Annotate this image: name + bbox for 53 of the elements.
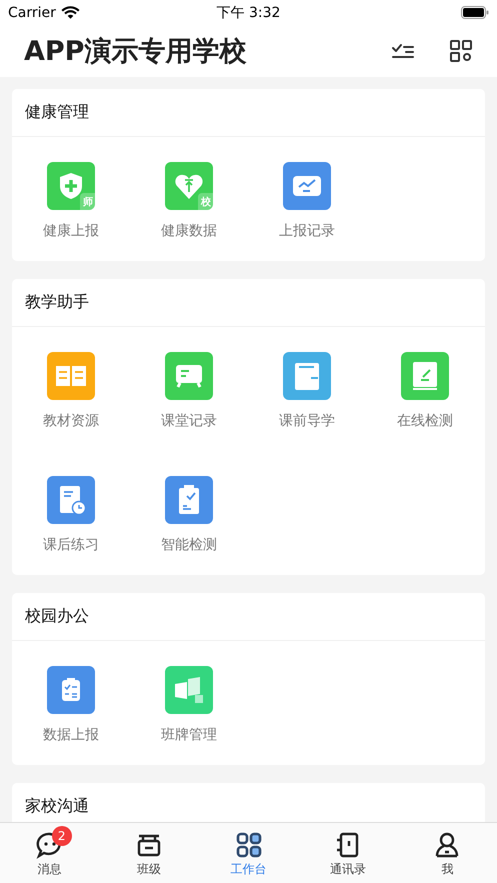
grid-icon	[236, 832, 261, 858]
tab-item[interactable]: 2 消息	[0, 823, 100, 883]
app-label[interactable]: 班牌管理	[161, 726, 217, 744]
section-title: 校园办公	[25, 606, 89, 627]
app-label[interactable]: 上报记录	[279, 222, 335, 240]
app-label[interactable]: 健康上报	[43, 222, 99, 240]
app-label[interactable]: 在线检测	[397, 412, 453, 430]
section-title: 家校沟通	[25, 796, 89, 817]
app-label[interactable]: 课前导学	[279, 412, 335, 430]
app-tile[interactable]	[283, 352, 331, 400]
tab-item[interactable]: 工作台	[198, 823, 298, 883]
corner-tag: 校	[198, 193, 213, 210]
app-tile[interactable]	[47, 476, 95, 524]
wifi-icon	[60, 6, 80, 20]
tab-item[interactable]: 班级	[99, 823, 199, 883]
tab-item[interactable]: 我	[398, 823, 497, 883]
section-title: 健康管理	[25, 102, 89, 123]
tab-item[interactable]: 通讯录	[298, 823, 398, 883]
notebook-icon	[295, 363, 319, 390]
app-label[interactable]: 课堂记录	[161, 412, 217, 430]
display-panels-icon	[175, 677, 203, 703]
app-tile[interactable]	[47, 666, 95, 714]
status-time: 下午 3:32	[216, 4, 280, 22]
app-tile[interactable]	[47, 352, 95, 400]
address-book-icon	[336, 832, 358, 858]
app-label[interactable]: 课后练习	[43, 536, 99, 554]
app-label[interactable]: 数据上报	[43, 726, 99, 744]
chart-monitor-icon	[293, 176, 321, 196]
clipboard-check-icon	[179, 485, 199, 514]
app-label[interactable]: 教材资源	[43, 412, 99, 430]
document-clock-icon	[60, 486, 86, 516]
battery-icon	[461, 6, 489, 19]
pencil-note-icon	[413, 362, 437, 390]
unread-count: 2	[52, 826, 72, 846]
section-title: 教学助手	[25, 292, 89, 313]
apps-settings-icon[interactable]	[449, 39, 473, 63]
app-tile[interactable]	[165, 352, 213, 400]
person-icon	[436, 832, 459, 858]
app-tile[interactable]	[401, 352, 449, 400]
page-title: APP演示专用学校	[24, 35, 246, 69]
open-book-icon	[56, 366, 86, 386]
app-tile[interactable]	[165, 476, 213, 524]
board-icon	[138, 834, 160, 856]
app-label[interactable]: 健康数据	[161, 222, 217, 240]
chat-bubble-icon	[36, 832, 60, 858]
corner-tag: 师	[80, 193, 95, 210]
clipboard-list-icon	[62, 678, 80, 701]
app-tile[interactable]	[283, 162, 331, 210]
chat-board-icon	[176, 365, 202, 388]
shield-plus-icon	[60, 173, 82, 199]
carrier-name: Carrier	[8, 4, 56, 20]
app-label[interactable]: 智能检测	[161, 536, 217, 554]
app-tile[interactable]	[165, 666, 213, 714]
